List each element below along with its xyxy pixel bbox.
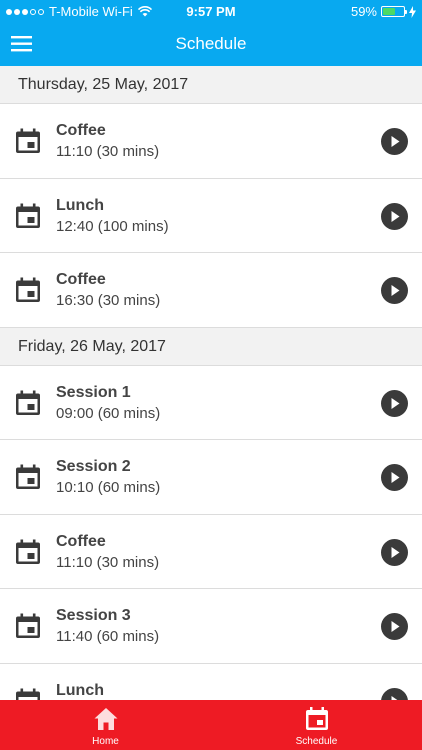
play-arrow-icon: [381, 546, 408, 570]
tab-bar: Home Schedule: [0, 700, 422, 750]
event-title: Coffee: [56, 271, 106, 288]
calendar-icon: [15, 203, 41, 229]
tab-home[interactable]: Home: [0, 700, 211, 750]
event-title: Lunch: [56, 196, 104, 214]
header-bar: Schedule: [0, 24, 422, 66]
tab-schedule-label: Schedule: [295, 736, 338, 747]
play-arrow-icon: [381, 210, 408, 234]
page-title: Schedule: [175, 34, 247, 53]
day-header: Friday, 26 May, 2017: [0, 327, 422, 366]
schedule-item[interactable]: Coffee 11:10 (30 mins): [0, 104, 422, 179]
schedule-list[interactable]: Thursday, 25 May, 2017 Coffee 11:10 (30 mi…: [0, 66, 422, 700]
play-arrow-icon: [381, 397, 408, 421]
open-event-button[interactable]: [381, 464, 408, 491]
schedule-item[interactable]: Session 1 09:00 (60 mins): [0, 365, 422, 440]
charging-bolt-icon: [409, 5, 416, 18]
play-arrow-icon: [381, 621, 408, 644]
calendar-icon: [305, 707, 328, 730]
open-event-button[interactable]: [381, 202, 408, 230]
schedule-item[interactable]: Coffee 11:10 (30 mins): [0, 514, 422, 589]
calendar-icon: [15, 464, 41, 490]
day-header: Thursday, 25 May, 2017: [0, 66, 422, 104]
calendar-icon: [15, 688, 41, 700]
play-arrow-icon: [381, 285, 408, 308]
event-time: 11:10 (30 mins): [56, 143, 160, 160]
home-icon: [94, 708, 117, 730]
schedule-item[interactable]: Session 3 11:40 (60 mins): [0, 589, 422, 664]
event-time: 09:00 (60 mins): [56, 404, 161, 422]
calendar-icon: [15, 277, 41, 303]
event-title: Coffee: [56, 532, 106, 550]
open-event-button[interactable]: [381, 128, 408, 155]
event-title: Session 1: [56, 383, 131, 401]
event-time: 12:40 (100 mins): [56, 217, 169, 235]
tab-schedule[interactable]: Schedule: [211, 700, 422, 750]
play-arrow-icon: [381, 136, 408, 159]
status-right: 59%: [351, 4, 416, 19]
schedule-item[interactable]: Lunch 12:40 (100 mins): [0, 178, 422, 253]
status-bar: T-Mobile Wi-Fi 9:57 PM 59%: [0, 0, 422, 24]
schedule-item[interactable]: Session 2 10:10 (60 mins): [0, 440, 422, 515]
calendar-icon: [15, 390, 41, 416]
event-time: 11:10 (30 mins): [56, 553, 160, 571]
play-arrow-icon: [381, 472, 408, 495]
schedule-item[interactable]: Coffee 16:30 (30 mins): [0, 253, 422, 328]
event-title: Coffee: [56, 122, 106, 139]
open-event-button[interactable]: [381, 538, 408, 566]
event-title: Session 2: [56, 458, 131, 475]
event-title: Session 3: [56, 607, 131, 624]
open-event-button[interactable]: [381, 389, 408, 417]
event-time: 16:30 (30 mins): [56, 292, 161, 309]
event-title: Lunch: [56, 681, 104, 699]
calendar-icon: [15, 128, 41, 154]
battery-percent: 59%: [350, 4, 377, 19]
calendar-icon: [15, 539, 41, 565]
calendar-icon: [15, 613, 41, 639]
event-time: 10:10 (60 mins): [56, 479, 161, 496]
tab-home-label: Home: [92, 736, 119, 747]
event-time: 11:40 (60 mins): [56, 628, 160, 645]
open-event-button[interactable]: [381, 687, 408, 700]
schedule-item[interactable]: Lunch: [0, 663, 422, 700]
battery-icon: [381, 6, 407, 17]
open-event-button[interactable]: [381, 613, 408, 640]
open-event-button[interactable]: [381, 277, 408, 304]
battery-level-fill: [383, 8, 395, 15]
